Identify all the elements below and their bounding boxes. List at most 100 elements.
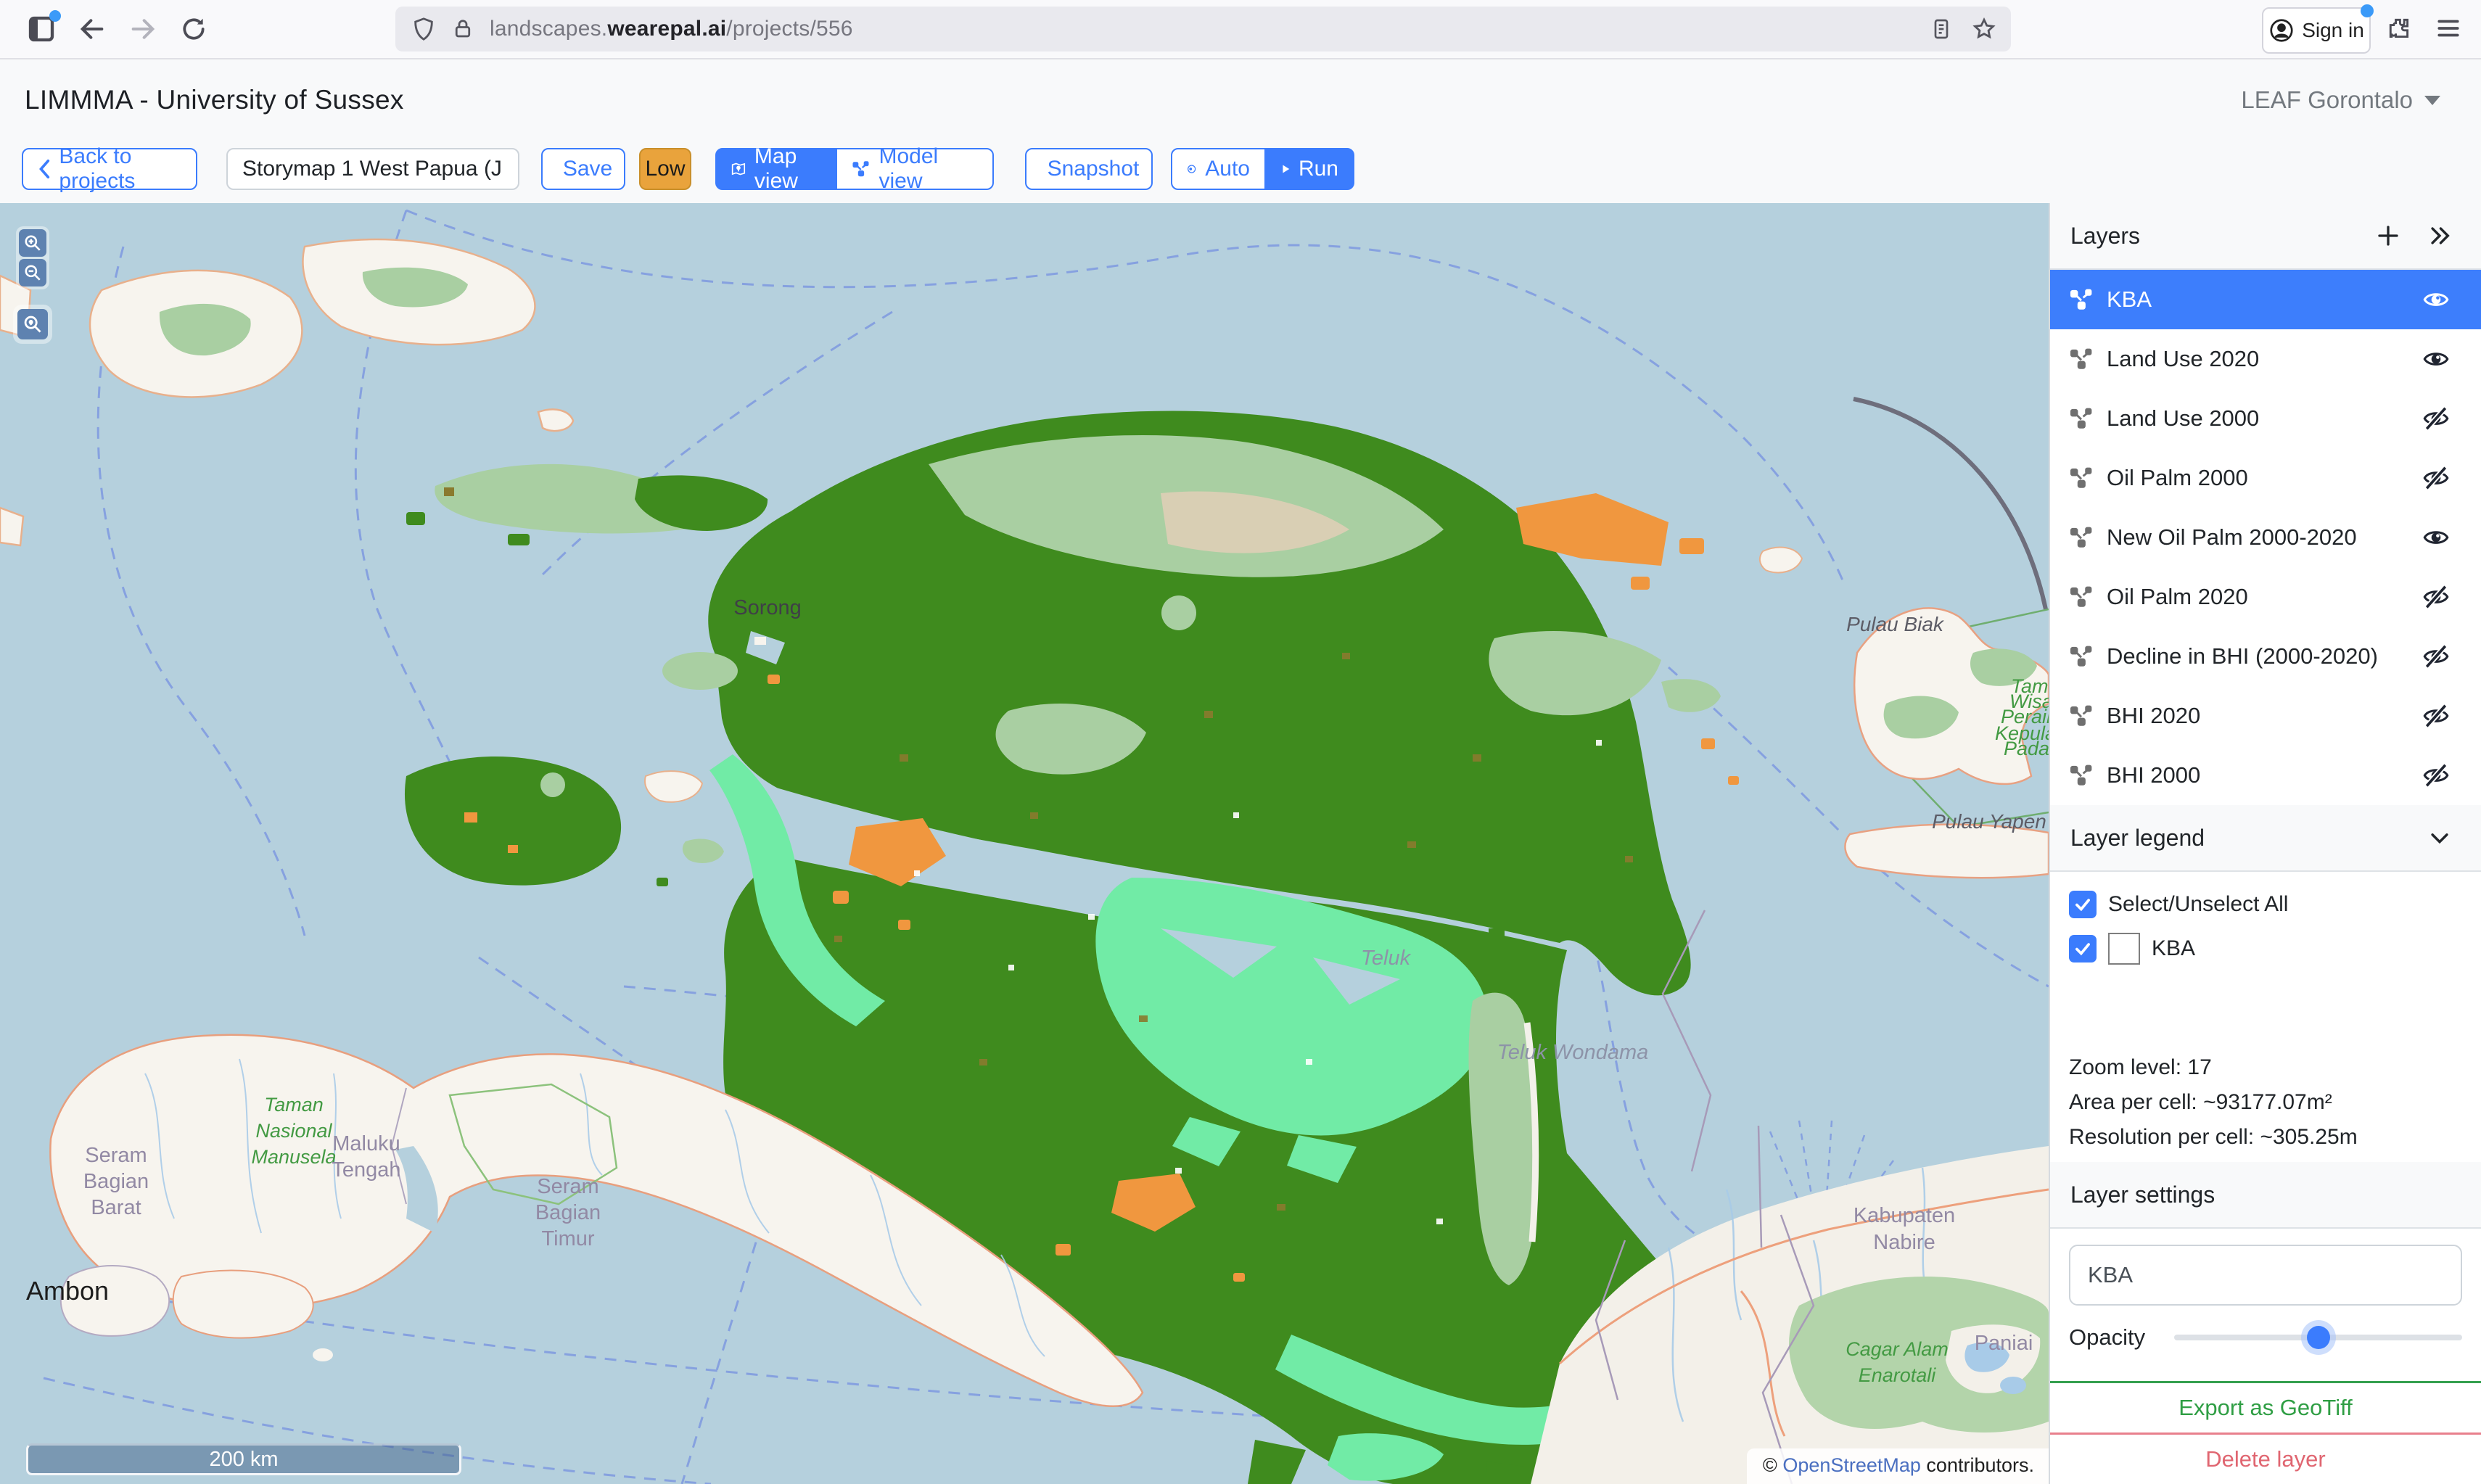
- map-label: Ambon: [26, 1276, 109, 1306]
- browser-chrome: landscapes.wearepal.ai/projects/556 Sign…: [0, 0, 2481, 59]
- reload-icon[interactable]: [168, 6, 219, 52]
- visibility-eye-off-icon[interactable]: [2423, 643, 2449, 669]
- visibility-eye-off-icon[interactable]: [2423, 584, 2449, 610]
- map-label: Tengah: [332, 1158, 400, 1182]
- play-icon: [1282, 160, 1290, 178]
- workspace-selector[interactable]: LEAF Gorontalo: [2241, 86, 2440, 114]
- account-icon: [2268, 17, 2295, 44]
- map-label: Seram: [537, 1175, 598, 1198]
- add-layer-button[interactable]: [2375, 223, 2401, 249]
- map-label: Pulau Biak: [1846, 613, 1945, 635]
- layer-legend-header[interactable]: Layer legend: [2050, 805, 2481, 872]
- tab-overview-icon[interactable]: [16, 6, 67, 52]
- layers-panel-header: Layers: [2050, 203, 2481, 270]
- map-canvas[interactable]: Sorong Pulau Biak Pulau Yapen Taman Wisa…: [0, 203, 2049, 1484]
- map-attribution: © OpenStreetMap contributors.: [1747, 1448, 2049, 1484]
- delete-layer-button[interactable]: Delete layer: [2050, 1433, 2481, 1484]
- map-label: Enarotali: [1859, 1364, 1937, 1386]
- visibility-eye-off-icon[interactable]: [2423, 465, 2449, 491]
- layer-model-icon: [2069, 466, 2094, 490]
- lock-icon[interactable]: [452, 18, 474, 40]
- reader-mode-icon[interactable]: [1930, 17, 1953, 41]
- map-scale-bar: 200 km: [26, 1443, 461, 1475]
- layer-label: BHI 2000: [2107, 762, 2200, 788]
- map-svg: Sorong Pulau Biak Pulau Yapen Taman Wisa…: [0, 203, 2049, 1484]
- layer-row-decline-bhi[interactable]: Decline in BHI (2000-2020): [2050, 627, 2481, 686]
- model-view-tab[interactable]: Model view: [836, 148, 994, 190]
- layer-model-icon: [2069, 585, 2094, 609]
- sign-in-notification-dot: [2361, 4, 2374, 17]
- app-header: LIMMMA - University of Sussex LEAF Goron…: [0, 59, 2481, 141]
- map-label: Nasional: [255, 1120, 332, 1142]
- area-per-cell-text: Area per cell: ~93177.07m²: [2069, 1085, 2462, 1120]
- map-label: Nabire: [1873, 1231, 1935, 1254]
- layer-row-bhi-2000[interactable]: BHI 2000: [2050, 746, 2481, 805]
- extensions-icon[interactable]: [2385, 15, 2413, 42]
- layer-row-new-oil-palm[interactable]: New Oil Palm 2000-2020: [2050, 508, 2481, 567]
- layer-row-oil-palm-2020[interactable]: Oil Palm 2020: [2050, 567, 2481, 627]
- openstreetmap-link[interactable]: OpenStreetMap: [1782, 1454, 1921, 1476]
- map-label: Sorong: [733, 596, 802, 619]
- shield-icon[interactable]: [411, 17, 436, 41]
- map-label: Maluku: [332, 1132, 400, 1155]
- opacity-slider-thumb[interactable]: [2307, 1326, 2330, 1349]
- layer-row-kba[interactable]: KBA: [2050, 270, 2481, 329]
- opacity-row: Opacity: [2069, 1323, 2462, 1352]
- back-nav-icon[interactable]: [67, 6, 118, 52]
- layer-row-land-use-2020[interactable]: Land Use 2020: [2050, 329, 2481, 389]
- legend-color-swatch[interactable]: [2108, 933, 2140, 965]
- map-zoom-controls: [16, 226, 49, 289]
- layer-model-icon: [2069, 347, 2094, 371]
- layer-legend-title: Layer legend: [2070, 825, 2205, 852]
- layer-legend-body: Select/Unselect All KBA: [2050, 872, 2481, 1046]
- legend-item-label: KBA: [2152, 936, 2195, 961]
- layer-name-input[interactable]: [2069, 1245, 2462, 1306]
- layer-settings-header: Layer settings: [2050, 1162, 2481, 1229]
- save-button[interactable]: Save: [541, 148, 625, 190]
- sign-in-button[interactable]: Sign in: [2262, 7, 2371, 54]
- auto-icon: [1187, 159, 1196, 179]
- select-all-checkbox[interactable]: [2069, 891, 2097, 918]
- page-title: LIMMMA - University of Sussex: [25, 85, 404, 115]
- layer-model-icon: [2069, 287, 2094, 312]
- map-label: Bagian: [83, 1170, 149, 1193]
- layer-row-land-use-2000[interactable]: Land Use 2000: [2050, 389, 2481, 448]
- snapshot-button[interactable]: Snapshot: [1025, 148, 1153, 190]
- visibility-eye-off-icon[interactable]: [2423, 762, 2449, 788]
- run-button[interactable]: Run: [1266, 148, 1354, 190]
- url-bar[interactable]: landscapes.wearepal.ai/projects/556: [395, 7, 2011, 51]
- forward-nav-icon[interactable]: [118, 6, 168, 52]
- search-location-button[interactable]: [17, 309, 48, 339]
- zoom-in-button[interactable]: [19, 229, 46, 257]
- visibility-eye-icon[interactable]: [2423, 346, 2449, 372]
- visibility-eye-off-icon[interactable]: [2423, 703, 2449, 729]
- quality-badge-button[interactable]: Low: [639, 148, 691, 190]
- visibility-eye-icon[interactable]: [2423, 287, 2449, 313]
- auto-toggle-button[interactable]: Auto: [1171, 148, 1266, 190]
- collapse-panel-button[interactable]: [2427, 223, 2452, 248]
- opacity-slider[interactable]: [2174, 1323, 2462, 1352]
- layer-settings-body: Opacity: [2050, 1229, 2481, 1381]
- map-label: Kabupaten: [1853, 1204, 1955, 1227]
- legend-item-checkbox[interactable]: [2069, 935, 2097, 962]
- map-label: Manusela: [251, 1146, 336, 1168]
- layer-label: Decline in BHI (2000-2020): [2107, 643, 2378, 669]
- map-label: Taman: [264, 1094, 324, 1116]
- visibility-eye-off-icon[interactable]: [2423, 405, 2449, 432]
- chevron-down-icon: [2424, 96, 2440, 105]
- layer-row-bhi-2020[interactable]: BHI 2020: [2050, 686, 2481, 746]
- chevron-down-icon: [2427, 825, 2452, 850]
- model-icon: [852, 159, 870, 179]
- menu-hamburger-icon[interactable]: [2435, 15, 2462, 42]
- layer-label: New Oil Palm 2000-2020: [2107, 524, 2357, 551]
- storymap-name-input[interactable]: [226, 148, 519, 190]
- bookmark-star-icon[interactable]: [1972, 17, 1996, 41]
- map-view-tab[interactable]: Map view: [715, 148, 836, 190]
- visibility-eye-icon[interactable]: [2423, 524, 2449, 551]
- layer-row-oil-palm-2000[interactable]: Oil Palm 2000: [2050, 448, 2481, 508]
- layer-label: BHI 2020: [2107, 703, 2200, 729]
- zoom-out-button[interactable]: [19, 259, 46, 287]
- back-to-projects-button[interactable]: Back to projects: [22, 148, 197, 190]
- layer-settings-title: Layer settings: [2070, 1182, 2215, 1208]
- export-geotiff-button[interactable]: Export as GeoTiff: [2050, 1381, 2481, 1433]
